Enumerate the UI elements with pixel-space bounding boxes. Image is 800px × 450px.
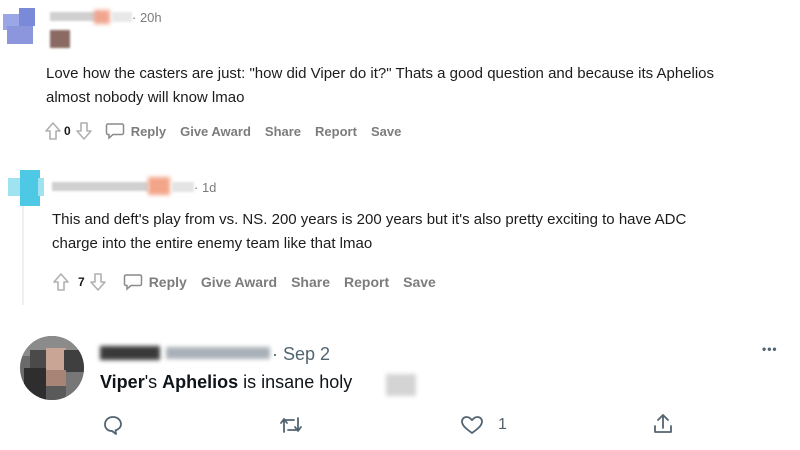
- flair-redacted: [172, 182, 194, 192]
- username-redacted[interactable]: [52, 182, 148, 191]
- like-count: 1: [498, 416, 507, 433]
- tweet-share-button[interactable]: [652, 412, 674, 436]
- thread-line[interactable]: [22, 205, 24, 305]
- tweet-text-name: Aphelios: [162, 372, 239, 392]
- save-button[interactable]: Save: [403, 274, 436, 290]
- tweet-date[interactable]: · Sep 2: [272, 344, 330, 365]
- avatar[interactable]: [20, 336, 84, 400]
- upvote-arrow-icon[interactable]: [44, 121, 62, 141]
- comment-bubble-icon: [104, 416, 122, 435]
- retweet-icon: [280, 417, 302, 433]
- avatar[interactable]: [8, 170, 44, 206]
- tweet-like-button[interactable]: 1: [460, 414, 507, 436]
- tweet-text-part: 's: [144, 372, 163, 392]
- share-button[interactable]: Share: [265, 124, 301, 139]
- comment-body-line: Love how the casters are just: "how did …: [46, 65, 715, 82]
- share-button[interactable]: Share: [291, 274, 330, 290]
- comment-body: Love how the casters are just: "how did …: [46, 62, 714, 110]
- heart-icon: [461, 416, 483, 434]
- display-name-redacted[interactable]: [100, 346, 160, 360]
- downvote-arrow-icon[interactable]: [75, 121, 93, 141]
- user-flair-image: [50, 30, 70, 48]
- reply-label: Reply: [148, 274, 187, 290]
- avatar[interactable]: [3, 8, 35, 44]
- more-options-icon[interactable]: •••: [762, 342, 778, 356]
- username-redacted[interactable]: [50, 12, 100, 21]
- comment-timestamp: · 20h: [132, 10, 162, 25]
- comment-body: This and deft's play from vs. NS. 200 ye…: [52, 208, 686, 256]
- flair-redacted: [94, 10, 110, 24]
- share-upload-icon: [654, 414, 672, 433]
- reply-button[interactable]: Reply: [105, 122, 166, 140]
- downvote-arrow-icon[interactable]: [89, 272, 107, 292]
- comment-body-line: charge into the entire enemy team like t…: [52, 235, 373, 252]
- report-button[interactable]: Report: [315, 124, 357, 139]
- speech-bubble-icon: [123, 274, 142, 291]
- tweet-text-name: Viper: [100, 372, 145, 392]
- vote-count: 7: [78, 275, 85, 289]
- tweet-text: Viper's Aphelios is insane holy: [100, 372, 352, 393]
- save-button[interactable]: Save: [371, 124, 401, 139]
- tweet-retweet-button[interactable]: [278, 414, 304, 436]
- report-button[interactable]: Report: [344, 274, 389, 290]
- reply-label: Reply: [130, 123, 167, 139]
- give-award-button[interactable]: Give Award: [201, 274, 277, 290]
- tweet-text-part: is insane holy: [238, 372, 353, 392]
- vote-count: 0: [64, 124, 71, 138]
- handle-redacted[interactable]: [166, 347, 270, 359]
- comment-body-line: almost nobody will know lmao: [46, 89, 245, 106]
- upvote-arrow-icon[interactable]: [52, 272, 70, 292]
- tweet-reply-button[interactable]: [102, 414, 124, 436]
- reply-button[interactable]: Reply: [123, 273, 187, 291]
- give-award-button[interactable]: Give Award: [180, 124, 251, 139]
- speech-bubble-icon: [105, 123, 124, 140]
- comment-actions: 0 Reply Give Award Share Report Save: [44, 121, 415, 141]
- flair-redacted: [112, 12, 132, 22]
- comment-actions: 7 Reply Give Award Share Report Save: [52, 272, 450, 292]
- flair-redacted: [148, 177, 170, 195]
- comment-body-line: This and deft's play from vs. NS. 200 ye…: [52, 211, 687, 228]
- comment-timestamp: · 1d: [194, 180, 217, 195]
- emoji-redacted: [386, 374, 416, 396]
